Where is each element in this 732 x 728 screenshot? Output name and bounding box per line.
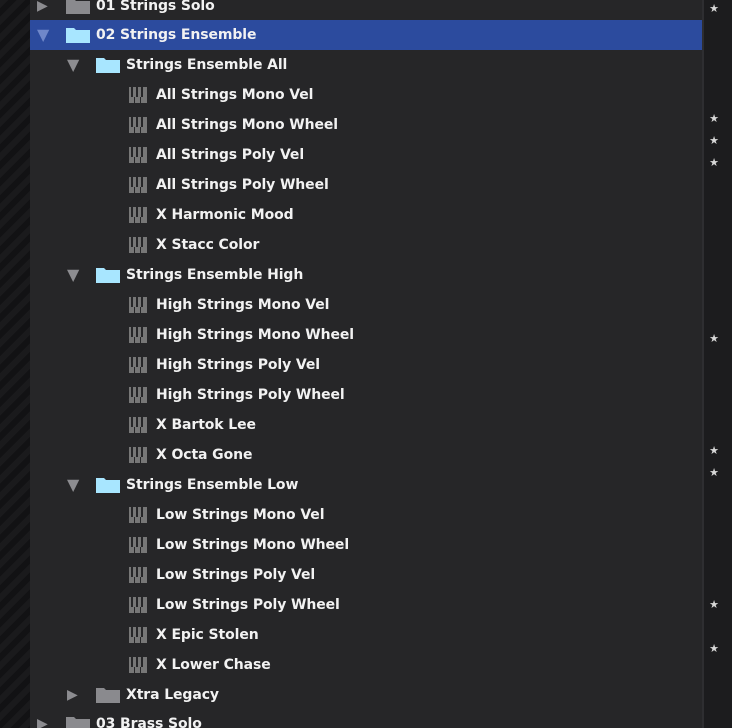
favorite-star-icon[interactable]: ★ xyxy=(705,643,723,655)
keyboard-preset-icon xyxy=(129,237,147,253)
keyboard-preset-icon xyxy=(129,327,147,343)
keyboard-preset-icon xyxy=(129,117,147,133)
preset-item[interactable]: X Stacc Color xyxy=(30,230,702,260)
preset-item[interactable]: Low Strings Mono Wheel xyxy=(30,530,702,560)
favorite-star-icon[interactable]: ★ xyxy=(705,467,723,479)
favorite-star-icon[interactable]: ★ xyxy=(705,599,723,611)
left-gutter-pattern xyxy=(0,0,30,728)
preset-item[interactable]: High Strings Poly Wheel xyxy=(30,380,702,410)
keyboard-preset-icon xyxy=(129,177,147,193)
folder-label: Strings Ensemble All xyxy=(126,57,288,73)
collapse-arrow-icon[interactable]: ▼ xyxy=(67,267,81,283)
tree-folder-01-strings-solo[interactable]: ▶ 01 Strings Solo xyxy=(30,0,702,21)
keyboard-preset-icon xyxy=(129,147,147,163)
keyboard-preset-icon xyxy=(129,537,147,553)
preset-label: All Strings Poly Vel xyxy=(156,147,305,163)
favorite-star-icon[interactable]: ★ xyxy=(705,3,723,15)
preset-item[interactable]: X Lower Chase xyxy=(30,650,702,680)
preset-item[interactable]: X Harmonic Mood xyxy=(30,200,702,230)
preset-item[interactable]: X Epic Stolen xyxy=(30,620,702,650)
preset-label: High Strings Mono Vel xyxy=(156,297,330,313)
keyboard-preset-icon xyxy=(129,567,147,583)
folder-open-icon xyxy=(96,478,120,493)
keyboard-preset-icon xyxy=(129,507,147,523)
preset-tree: ▶ 01 Strings Solo ▼ 02 Strings Ensemble … xyxy=(30,0,702,728)
preset-item[interactable]: All Strings Mono Vel xyxy=(30,80,702,110)
preset-item[interactable]: All Strings Poly Vel xyxy=(30,140,702,170)
keyboard-preset-icon xyxy=(129,627,147,643)
preset-label: X Octa Gone xyxy=(156,447,253,463)
folder-open-icon xyxy=(96,268,120,283)
preset-label: Low Strings Poly Vel xyxy=(156,567,316,583)
tree-folder-02-strings-ensemble[interactable]: ▼ 02 Strings Ensemble xyxy=(30,20,702,50)
keyboard-preset-icon xyxy=(129,87,147,103)
favorite-star-icon[interactable]: ★ xyxy=(705,333,723,345)
keyboard-preset-icon xyxy=(129,657,147,673)
preset-label: High Strings Poly Wheel xyxy=(156,387,345,403)
preset-item[interactable]: X Octa Gone xyxy=(30,440,702,470)
preset-label: X Stacc Color xyxy=(156,237,260,253)
folder-open-icon xyxy=(66,28,90,43)
preset-label: Low Strings Mono Vel xyxy=(156,507,325,523)
favorites-column xyxy=(702,0,732,728)
preset-item[interactable]: High Strings Mono Vel xyxy=(30,290,702,320)
favorite-star-icon[interactable]: ★ xyxy=(705,445,723,457)
preset-item[interactable]: X Bartok Lee xyxy=(30,410,702,440)
expand-arrow-icon[interactable]: ▶ xyxy=(37,0,51,14)
folder-closed-icon xyxy=(96,688,120,703)
keyboard-preset-icon xyxy=(129,207,147,223)
favorite-star-icon[interactable]: ★ xyxy=(705,157,723,169)
favorite-star-icon[interactable]: ★ xyxy=(705,113,723,125)
expand-arrow-icon[interactable]: ▶ xyxy=(67,687,81,703)
keyboard-preset-icon xyxy=(129,357,147,373)
preset-item[interactable]: Low Strings Poly Wheel xyxy=(30,590,702,620)
tree-folder-strings-ensemble-low[interactable]: ▼ Strings Ensemble Low xyxy=(30,470,702,500)
preset-item[interactable]: All Strings Mono Wheel xyxy=(30,110,702,140)
collapse-arrow-icon[interactable]: ▼ xyxy=(67,57,81,73)
folder-label: 01 Strings Solo xyxy=(96,0,215,14)
folder-label: 03 Brass Solo xyxy=(96,716,202,728)
preset-label: Low Strings Poly Wheel xyxy=(156,597,340,613)
keyboard-preset-icon xyxy=(129,387,147,403)
folder-label: Xtra Legacy xyxy=(126,687,219,703)
folder-closed-icon xyxy=(66,0,90,14)
preset-label: X Epic Stolen xyxy=(156,627,259,643)
keyboard-preset-icon xyxy=(129,297,147,313)
keyboard-preset-icon xyxy=(129,597,147,613)
folder-label: Strings Ensemble High xyxy=(126,267,304,283)
expand-arrow-icon[interactable]: ▶ xyxy=(37,716,51,728)
preset-label: High Strings Mono Wheel xyxy=(156,327,354,343)
preset-item[interactable]: All Strings Poly Wheel xyxy=(30,170,702,200)
folder-label: 02 Strings Ensemble xyxy=(96,27,257,43)
folder-open-icon xyxy=(96,58,120,73)
tree-folder-xtra-legacy[interactable]: ▶ Xtra Legacy xyxy=(30,680,702,710)
preset-label: X Harmonic Mood xyxy=(156,207,294,223)
preset-item[interactable]: High Strings Mono Wheel xyxy=(30,320,702,350)
preset-label: All Strings Mono Vel xyxy=(156,87,314,103)
preset-label: X Bartok Lee xyxy=(156,417,256,433)
tree-folder-03-brass-solo[interactable]: ▶ 03 Brass Solo xyxy=(30,709,702,728)
preset-label: All Strings Mono Wheel xyxy=(156,117,338,133)
keyboard-preset-icon xyxy=(129,417,147,433)
tree-folder-strings-ensemble-all[interactable]: ▼ Strings Ensemble All xyxy=(30,50,702,80)
tree-folder-strings-ensemble-high[interactable]: ▼ Strings Ensemble High xyxy=(30,260,702,290)
preset-item[interactable]: Low Strings Poly Vel xyxy=(30,560,702,590)
preset-item[interactable]: High Strings Poly Vel xyxy=(30,350,702,380)
collapse-arrow-icon[interactable]: ▼ xyxy=(37,27,51,43)
preset-label: All Strings Poly Wheel xyxy=(156,177,329,193)
collapse-arrow-icon[interactable]: ▼ xyxy=(67,477,81,493)
preset-label: High Strings Poly Vel xyxy=(156,357,320,373)
preset-label: X Lower Chase xyxy=(156,657,271,673)
preset-label: Low Strings Mono Wheel xyxy=(156,537,350,553)
preset-browser: ▶ 01 Strings Solo ▼ 02 Strings Ensemble … xyxy=(0,0,732,728)
folder-closed-icon xyxy=(66,717,90,728)
preset-item[interactable]: Low Strings Mono Vel xyxy=(30,500,702,530)
favorite-star-icon[interactable]: ★ xyxy=(705,135,723,147)
keyboard-preset-icon xyxy=(129,447,147,463)
folder-label: Strings Ensemble Low xyxy=(126,477,299,493)
